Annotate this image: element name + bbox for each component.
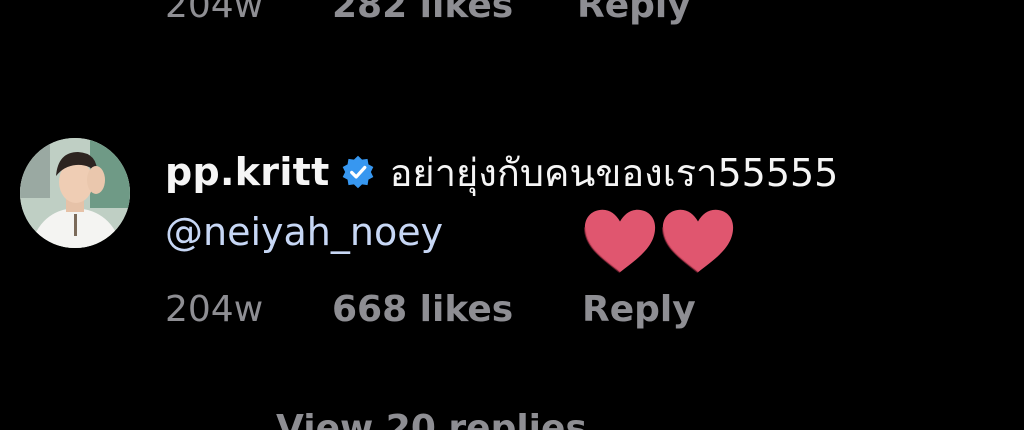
verified-badge-icon <box>340 154 376 190</box>
avatar-image <box>20 138 130 248</box>
comment-meta: 204w 668 likes Reply <box>165 284 696 334</box>
previous-comment-time: 204w <box>165 0 264 26</box>
heart-icon <box>659 205 737 277</box>
heart-icon <box>581 205 659 277</box>
mention-link[interactable]: @neiyah_noey <box>165 210 443 254</box>
comment-likes[interactable]: 668 likes <box>332 289 582 330</box>
comment-second-line: @neiyah_noey <box>165 201 995 273</box>
view-replies-button[interactable]: View 20 replies <box>276 408 587 430</box>
heart-emojis <box>581 205 737 277</box>
comment: pp.kritt อย่ายุ่งกับคนของเรา55555 @neiya… <box>165 145 995 273</box>
previous-comment-likes[interactable]: 282 likes <box>332 0 577 26</box>
previous-comment-reply-button[interactable]: Reply <box>577 0 691 26</box>
username[interactable]: pp.kritt <box>165 150 330 194</box>
comments-screen: 204w 282 likes Reply pp.kritt อย่ายุ่งกั… <box>0 0 1024 430</box>
avatar[interactable] <box>20 138 130 248</box>
previous-comment-meta: 204w 282 likes Reply <box>165 0 691 30</box>
reply-button[interactable]: Reply <box>582 289 696 330</box>
comment-first-line: pp.kritt อย่ายุ่งกับคนของเรา55555 <box>165 145 995 199</box>
comment-time: 204w <box>165 288 264 330</box>
comment-text: อย่ายุ่งกับคนของเรา55555 <box>389 150 839 195</box>
